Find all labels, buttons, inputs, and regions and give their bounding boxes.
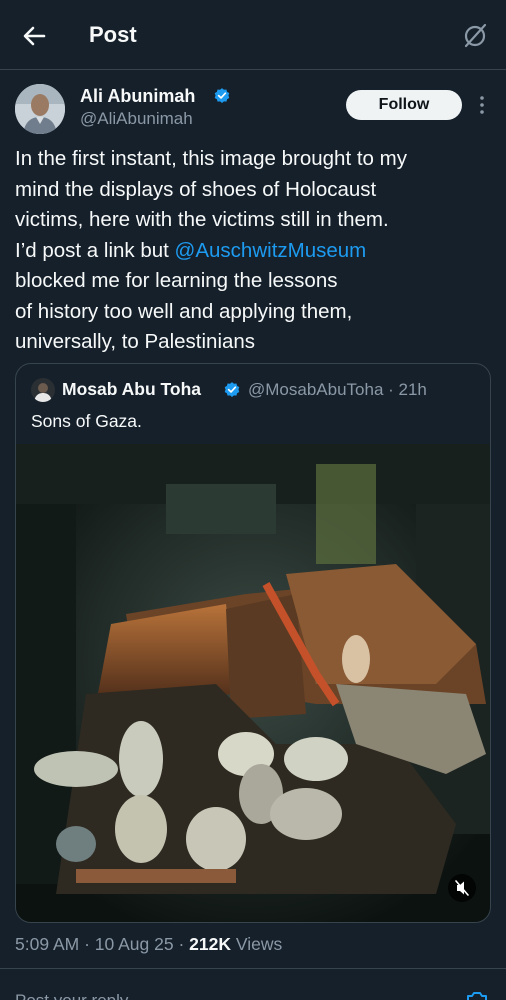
author-handle[interactable]: @AliAbunimah: [80, 109, 193, 129]
mention-link[interactable]: @AuschwitzMuseum: [175, 239, 367, 262]
quoted-post[interactable]: Mosab Abu Toha @MosabAbuToha · 21h Sons …: [15, 363, 491, 923]
post-line: mind the displays of shoes of Holocaust: [15, 177, 377, 201]
post-line: I’d post a link but @AuschwitzMuseum: [15, 236, 500, 267]
follow-button[interactable]: Follow: [346, 90, 462, 120]
post-text: In the first instant, this image brought…: [15, 144, 500, 358]
author-photo: [15, 84, 65, 134]
post-line-text: I’d post a link but: [15, 238, 175, 262]
arrow-left-icon: [23, 26, 46, 46]
quoted-author-name[interactable]: Mosab Abu Toha: [62, 379, 201, 400]
quoted-avatar[interactable]: [31, 378, 55, 402]
post-line: In the first instant, this image brought…: [15, 147, 407, 170]
views-count: 212K: [189, 934, 231, 954]
back-button[interactable]: [18, 20, 50, 52]
quoted-author-handle-time[interactable]: @MosabAbuToha · 21h: [248, 380, 427, 400]
post-line: blocked me for learning the lessons: [15, 269, 338, 292]
reply-input[interactable]: Post your reply: [15, 991, 128, 1000]
grok-slash-circle-icon: [464, 23, 487, 48]
avatar[interactable]: [15, 84, 65, 134]
views-label: Views: [230, 934, 283, 954]
verified-badge-icon: [214, 88, 230, 103]
verified-badge-icon: [224, 382, 240, 397]
grok-button[interactable]: [460, 20, 490, 50]
top-bar: Post: [0, 0, 506, 70]
post-line: victims, here with the victims still in …: [15, 208, 389, 231]
more-vertical-icon: [480, 96, 484, 114]
page-title: Post: [89, 22, 137, 47]
post-meta: 5:09 AM · 10 Aug 25 · 212K Views: [15, 934, 282, 955]
author-name[interactable]: Ali Abunimah: [80, 86, 195, 107]
mute-icon: [455, 880, 469, 896]
reply-bar: Post your reply: [0, 968, 506, 1000]
quoted-author-photo: [31, 378, 55, 402]
quoted-media-image[interactable]: [16, 444, 491, 923]
quoted-text: Sons of Gaza.: [31, 411, 142, 431]
camera-icon: [467, 992, 487, 1000]
camera-button[interactable]: [465, 989, 489, 1000]
post-timestamp[interactable]: 5:09 AM · 10 Aug 25 ·: [15, 934, 189, 954]
post-line: universally, to Palestinians: [15, 330, 256, 353]
more-options-button[interactable]: [472, 92, 492, 118]
mute-button[interactable]: [448, 874, 476, 902]
post-line: of history too well and applying them,: [15, 299, 353, 323]
